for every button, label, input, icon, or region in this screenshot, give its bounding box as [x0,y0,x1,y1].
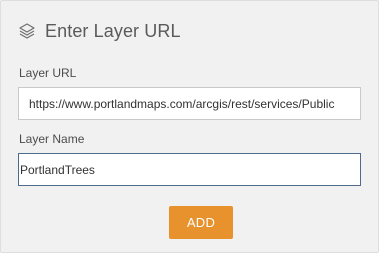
layers-icon [18,22,36,40]
enter-layer-url-panel: Enter Layer URL Layer URL Layer Name ADD [0,0,379,253]
layer-url-input[interactable] [18,87,361,120]
layer-name-label: Layer Name [19,132,85,146]
panel-header: Enter Layer URL [18,20,181,42]
layer-url-label: Layer URL [19,66,77,80]
layer-name-input[interactable] [18,153,361,186]
add-button[interactable]: ADD [169,206,233,239]
panel-title: Enter Layer URL [45,20,181,41]
